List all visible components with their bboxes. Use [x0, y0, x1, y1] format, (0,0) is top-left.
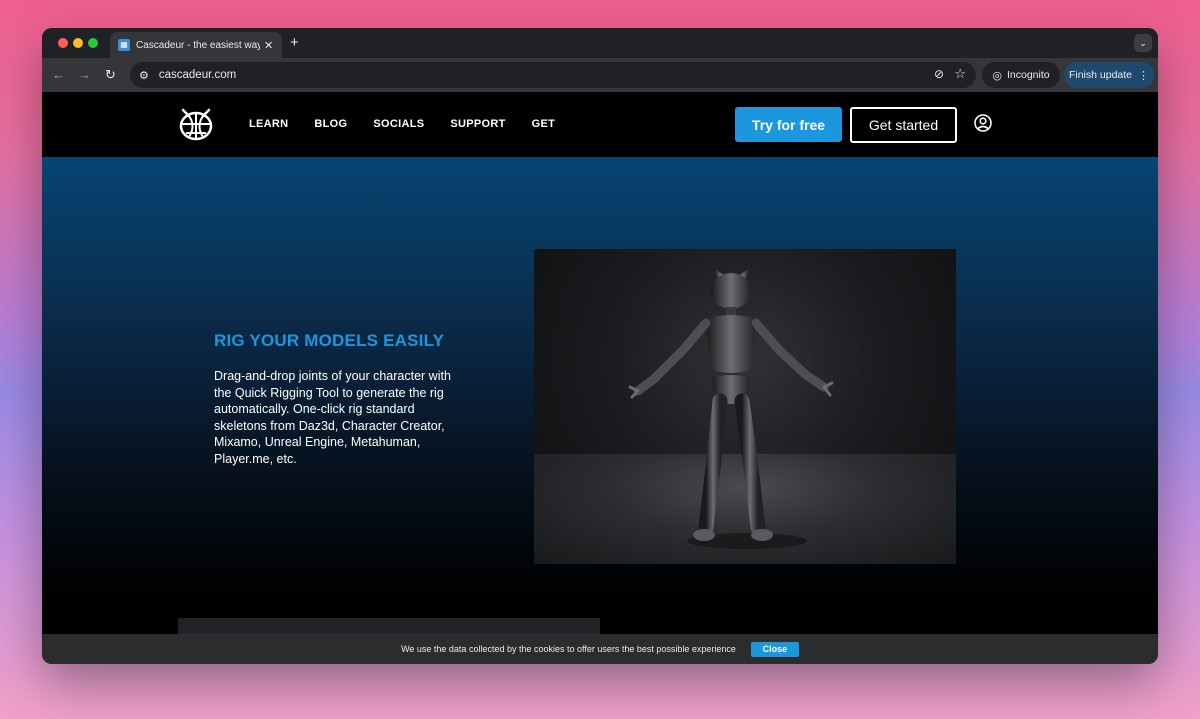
tab-cascadeur[interactable]: ▦ Cascadeur - the easiest way t ✕ — [110, 32, 282, 58]
cascadeur-logo-icon[interactable] — [177, 106, 215, 142]
reload-icon[interactable]: ↻ — [105, 66, 116, 84]
try-for-free-button[interactable]: Try for free — [735, 107, 842, 142]
more-menu-icon: ⋮ — [1138, 69, 1150, 82]
nav-link-blog[interactable]: BLOG — [314, 118, 347, 130]
browser-toolbar: ← → ↻ ⚙ cascadeur.com ⊘ ☆ ◎ Incognito Fi… — [42, 58, 1158, 92]
cookie-banner: We use the data collected by the cookies… — [42, 634, 1158, 664]
cookie-close-button[interactable]: Close — [750, 641, 799, 657]
page-viewport: LEARN BLOG SOCIALS SUPPORT GET Try for f… — [42, 92, 1158, 664]
browser-window: ▦ Cascadeur - the easiest way t ✕ + ⌄ ← … — [42, 28, 1158, 664]
tab-search-button[interactable]: ⌄ — [1134, 34, 1152, 52]
tab-bar: ▦ Cascadeur - the easiest way t ✕ + ⌄ — [42, 28, 1158, 58]
main-nav: LEARN BLOG SOCIALS SUPPORT GET — [249, 118, 581, 130]
cookie-text: We use the data collected by the cookies… — [401, 644, 736, 654]
nav-link-support[interactable]: SUPPORT — [450, 118, 505, 130]
site-info-icon[interactable]: ⚙ — [139, 69, 149, 82]
back-arrow-icon[interactable]: ← — [52, 66, 65, 84]
get-started-button[interactable]: Get started — [850, 107, 957, 143]
incognito-indicator[interactable]: ◎ Incognito — [982, 62, 1060, 88]
new-tab-button[interactable]: + — [290, 34, 299, 52]
tab-close-icon[interactable]: ✕ — [264, 39, 273, 52]
finish-update-button[interactable]: Finish update ⋮ — [1064, 62, 1154, 88]
robot-character-video[interactable] — [534, 249, 956, 564]
tab-title: Cascadeur - the easiest way t — [136, 39, 260, 51]
hero-title: RIG YOUR MODELS EASILY — [214, 331, 445, 350]
nav-link-socials[interactable]: SOCIALS — [373, 118, 424, 130]
url-text[interactable]: cascadeur.com — [159, 69, 236, 81]
nav-link-learn[interactable]: LEARN — [249, 118, 288, 130]
address-bar[interactable]: ⚙ cascadeur.com ⊘ ☆ — [130, 62, 976, 88]
nav-link-get[interactable]: GET — [532, 118, 556, 130]
hero-section: RIG YOUR MODELS EASILY Drag-and-drop joi… — [42, 157, 1158, 597]
eye-slash-icon[interactable]: ⊘ — [934, 67, 944, 81]
incognito-label: Incognito — [1006, 69, 1050, 81]
site-header: LEARN BLOG SOCIALS SUPPORT GET Try for f… — [42, 92, 1158, 157]
robot-figure-icon — [628, 269, 834, 549]
minimize-window-button[interactable] — [73, 38, 83, 48]
incognito-icon: ◎ — [992, 69, 1002, 82]
finish-update-label: Finish update — [1068, 69, 1133, 81]
close-window-button[interactable] — [58, 38, 68, 48]
forward-arrow-icon[interactable]: → — [78, 66, 91, 84]
hero-description: Drag-and-drop joints of your character w… — [214, 369, 451, 466]
user-account-icon[interactable] — [974, 114, 992, 132]
bookmark-star-icon[interactable]: ☆ — [954, 66, 966, 82]
zoom-window-button[interactable] — [88, 38, 98, 48]
favicon-icon: ▦ — [118, 39, 130, 51]
chevron-down-icon: ⌄ — [1139, 37, 1147, 48]
